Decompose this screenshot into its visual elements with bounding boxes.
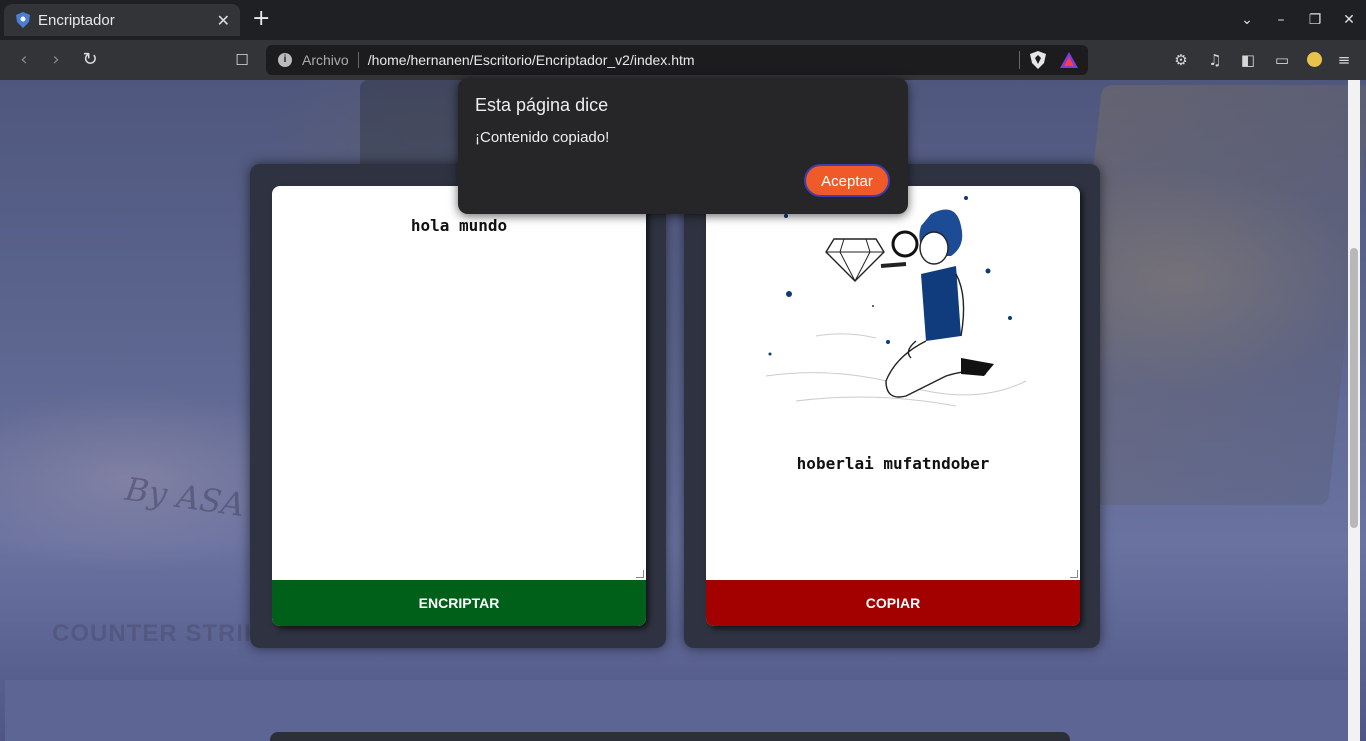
menu-icon[interactable]: ≡ [1334, 50, 1354, 70]
background-decor [1057, 85, 1366, 505]
illustration-image [765, 196, 1027, 407]
tab-bar: Encriptador ✕ + ⌄ – ❐ ✕ [0, 0, 1366, 40]
encrypt-button[interactable]: ENCRIPTAR [272, 580, 646, 626]
accept-button[interactable]: Aceptar [804, 164, 890, 197]
url-end-separator [1019, 51, 1020, 69]
address-bar[interactable]: i Archivo /home/hernanen/Escritorio/Encr… [266, 45, 1088, 75]
next-section-card [270, 732, 1070, 741]
url-separator [357, 52, 359, 68]
dialog-message: ¡Contenido copiado! [475, 129, 610, 146]
tab-title: Encriptador [38, 11, 115, 29]
url-text[interactable]: /home/hernanen/Escritorio/Encriptador_v2… [368, 52, 1019, 68]
input-card: hola mundo ENCRIPTAR [272, 186, 646, 626]
background-signature: By ASA [122, 469, 247, 525]
dialog-title: Esta página dice [475, 95, 609, 115]
wallet-icon[interactable]: ▭ [1272, 50, 1292, 70]
url-prefix: Archivo [302, 52, 349, 68]
bookmark-icon[interactable]: ☐ [230, 48, 254, 72]
maximize-icon[interactable]: ❐ [1298, 12, 1332, 28]
copy-button[interactable]: COPIAR [706, 580, 1080, 626]
resize-handle[interactable] [1070, 570, 1078, 578]
shield-icon [16, 12, 30, 28]
reload-icon[interactable]: ↻ [78, 48, 102, 72]
profile-icon[interactable] [1304, 50, 1324, 70]
output-card: hoberlai mufatndober COPIAR [706, 186, 1080, 626]
output-text[interactable]: hoberlai mufatndober [706, 454, 1080, 473]
info-icon[interactable]: i [278, 53, 292, 67]
background-logo: COUNTER STRIKE [52, 620, 280, 647]
new-tab-button[interactable]: + [252, 8, 270, 30]
alert-dialog: Esta página dice ¡Contenido copiado! Ace… [458, 78, 908, 214]
brave-shield-icon[interactable] [1030, 51, 1046, 69]
resize-handle[interactable] [636, 570, 644, 578]
sidebar-icon[interactable]: ◧ [1238, 50, 1258, 70]
scrollbar-thumb[interactable] [1350, 248, 1358, 528]
vertical-scrollbar[interactable] [1348, 80, 1360, 741]
minimize-icon[interactable]: – [1264, 12, 1298, 28]
tab-list-icon[interactable]: ⌄ [1230, 12, 1264, 28]
input-panel: hola mundo ENCRIPTAR [250, 164, 666, 648]
browser-toolbar: ‹ › ↻ ☐ i Archivo /home/hernanen/Escrito… [0, 40, 1366, 80]
back-icon[interactable]: ‹ [12, 48, 36, 72]
output-panel: hoberlai mufatndober COPIAR [684, 164, 1100, 648]
extensions-icon[interactable]: ⚙ [1171, 50, 1191, 70]
close-window-icon[interactable]: ✕ [1332, 12, 1366, 28]
input-textarea[interactable]: hola mundo [272, 216, 646, 235]
rewards-icon[interactable] [1060, 52, 1078, 68]
browser-tab[interactable]: Encriptador ✕ [4, 4, 240, 36]
tab-close-icon[interactable]: ✕ [217, 11, 230, 30]
window-controls: ⌄ – ❐ ✕ [1230, 0, 1366, 40]
media-icon[interactable]: ♫ [1205, 50, 1225, 70]
forward-icon[interactable]: › [44, 48, 68, 72]
